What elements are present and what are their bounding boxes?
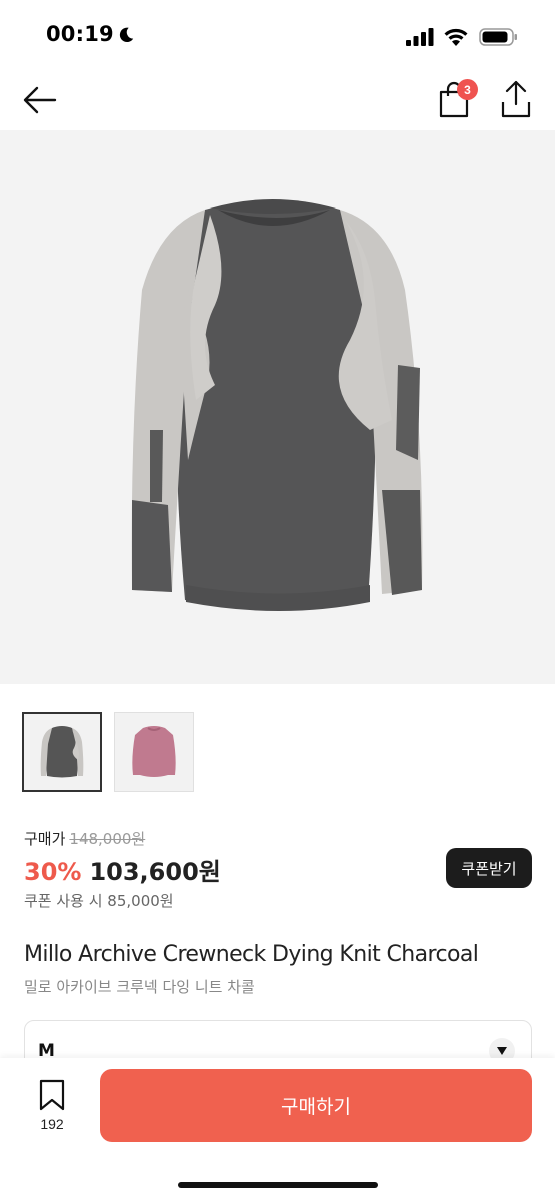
signal-icon [406,28,434,46]
battery-icon [479,28,517,46]
arrow-left-icon [23,86,57,114]
share-button[interactable] [496,78,536,120]
bookmark-icon [39,1079,65,1111]
share-icon [501,80,531,118]
sweater-illustration [131,199,423,611]
price-label-row: 구매가 148,000원 [24,828,145,849]
product-title: Millo Archive Crewneck Dying Knit Charco… [24,942,479,967]
moon-icon [119,27,134,43]
coupon-button[interactable]: 쿠폰받기 [446,848,532,888]
bottom-action-bar: 192 구매하기 [0,1058,555,1200]
discount-rate: 30% [24,858,82,886]
wishlist-button[interactable]: 192 [22,1078,82,1148]
original-price: 148,000원 [69,830,146,848]
cart-count-badge: 3 [457,79,478,100]
status-bar: 00:19 [0,0,555,70]
price-row: 30% 103,600원 [24,852,221,887]
thumbnail-pink-image [115,713,193,791]
product-subtitle: 밀로 아카이브 크루넥 다잉 니트 차콜 [24,978,255,996]
thumbnail-pink[interactable] [114,712,194,792]
home-indicator [178,1182,378,1188]
thumbnail-charcoal-image [24,714,100,790]
back-button[interactable] [20,80,60,120]
status-time: 00:19 [46,22,114,46]
thumbnail-charcoal[interactable] [22,712,102,792]
buy-button[interactable]: 구매하기 [100,1069,532,1142]
wifi-icon [444,28,468,46]
sale-price: 103,600원 [89,858,221,886]
product-image[interactable] [0,130,555,684]
coupon-price: 쿠폰 사용 시 85,000원 [24,892,174,910]
wishlist-count: 192 [40,1116,64,1132]
price-label: 구매가 [24,830,66,848]
